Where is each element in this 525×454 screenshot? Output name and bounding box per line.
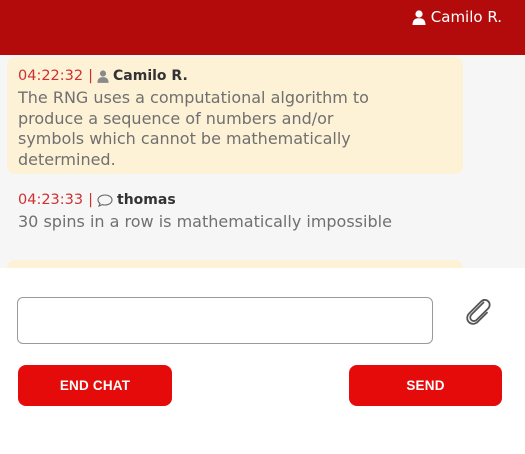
chat-bubble-icon [97, 193, 113, 207]
message-meta: 04:23:33 | thomas [18, 191, 463, 209]
message-text: The RNG uses a computational algorithm t… [18, 88, 369, 169]
message-sender: thomas [117, 192, 176, 208]
paperclip-icon[interactable] [460, 293, 496, 329]
message-sender: Camilo R. [113, 68, 188, 84]
meta-separator: | [88, 192, 94, 208]
chat-message: 04:23:33 | thomas 30 spins in a row is m… [7, 181, 463, 261]
header-user: Camilo R. [412, 7, 502, 27]
send-button[interactable]: SEND [349, 365, 502, 406]
user-icon [97, 69, 109, 83]
chat-log[interactable]: 04:22:32 | Camilo R. The RNG uses a comp… [0, 55, 525, 268]
user-icon [412, 9, 426, 25]
chat-message [7, 260, 463, 268]
message-input[interactable] [17, 297, 433, 344]
message-text: 30 spins in a row is mathematically impo… [18, 212, 392, 231]
message-meta: 04:22:32 | Camilo R. [18, 67, 463, 85]
end-chat-button[interactable]: END CHAT [18, 365, 172, 406]
chat-header: Camilo R. [0, 0, 525, 55]
message-time: 04:22:32 [18, 68, 84, 84]
chat-message: 04:22:32 | Camilo R. The RNG uses a comp… [7, 57, 463, 174]
meta-separator: | [88, 68, 94, 84]
header-user-name: Camilo R. [430, 8, 502, 26]
message-time: 04:23:33 [18, 192, 84, 208]
